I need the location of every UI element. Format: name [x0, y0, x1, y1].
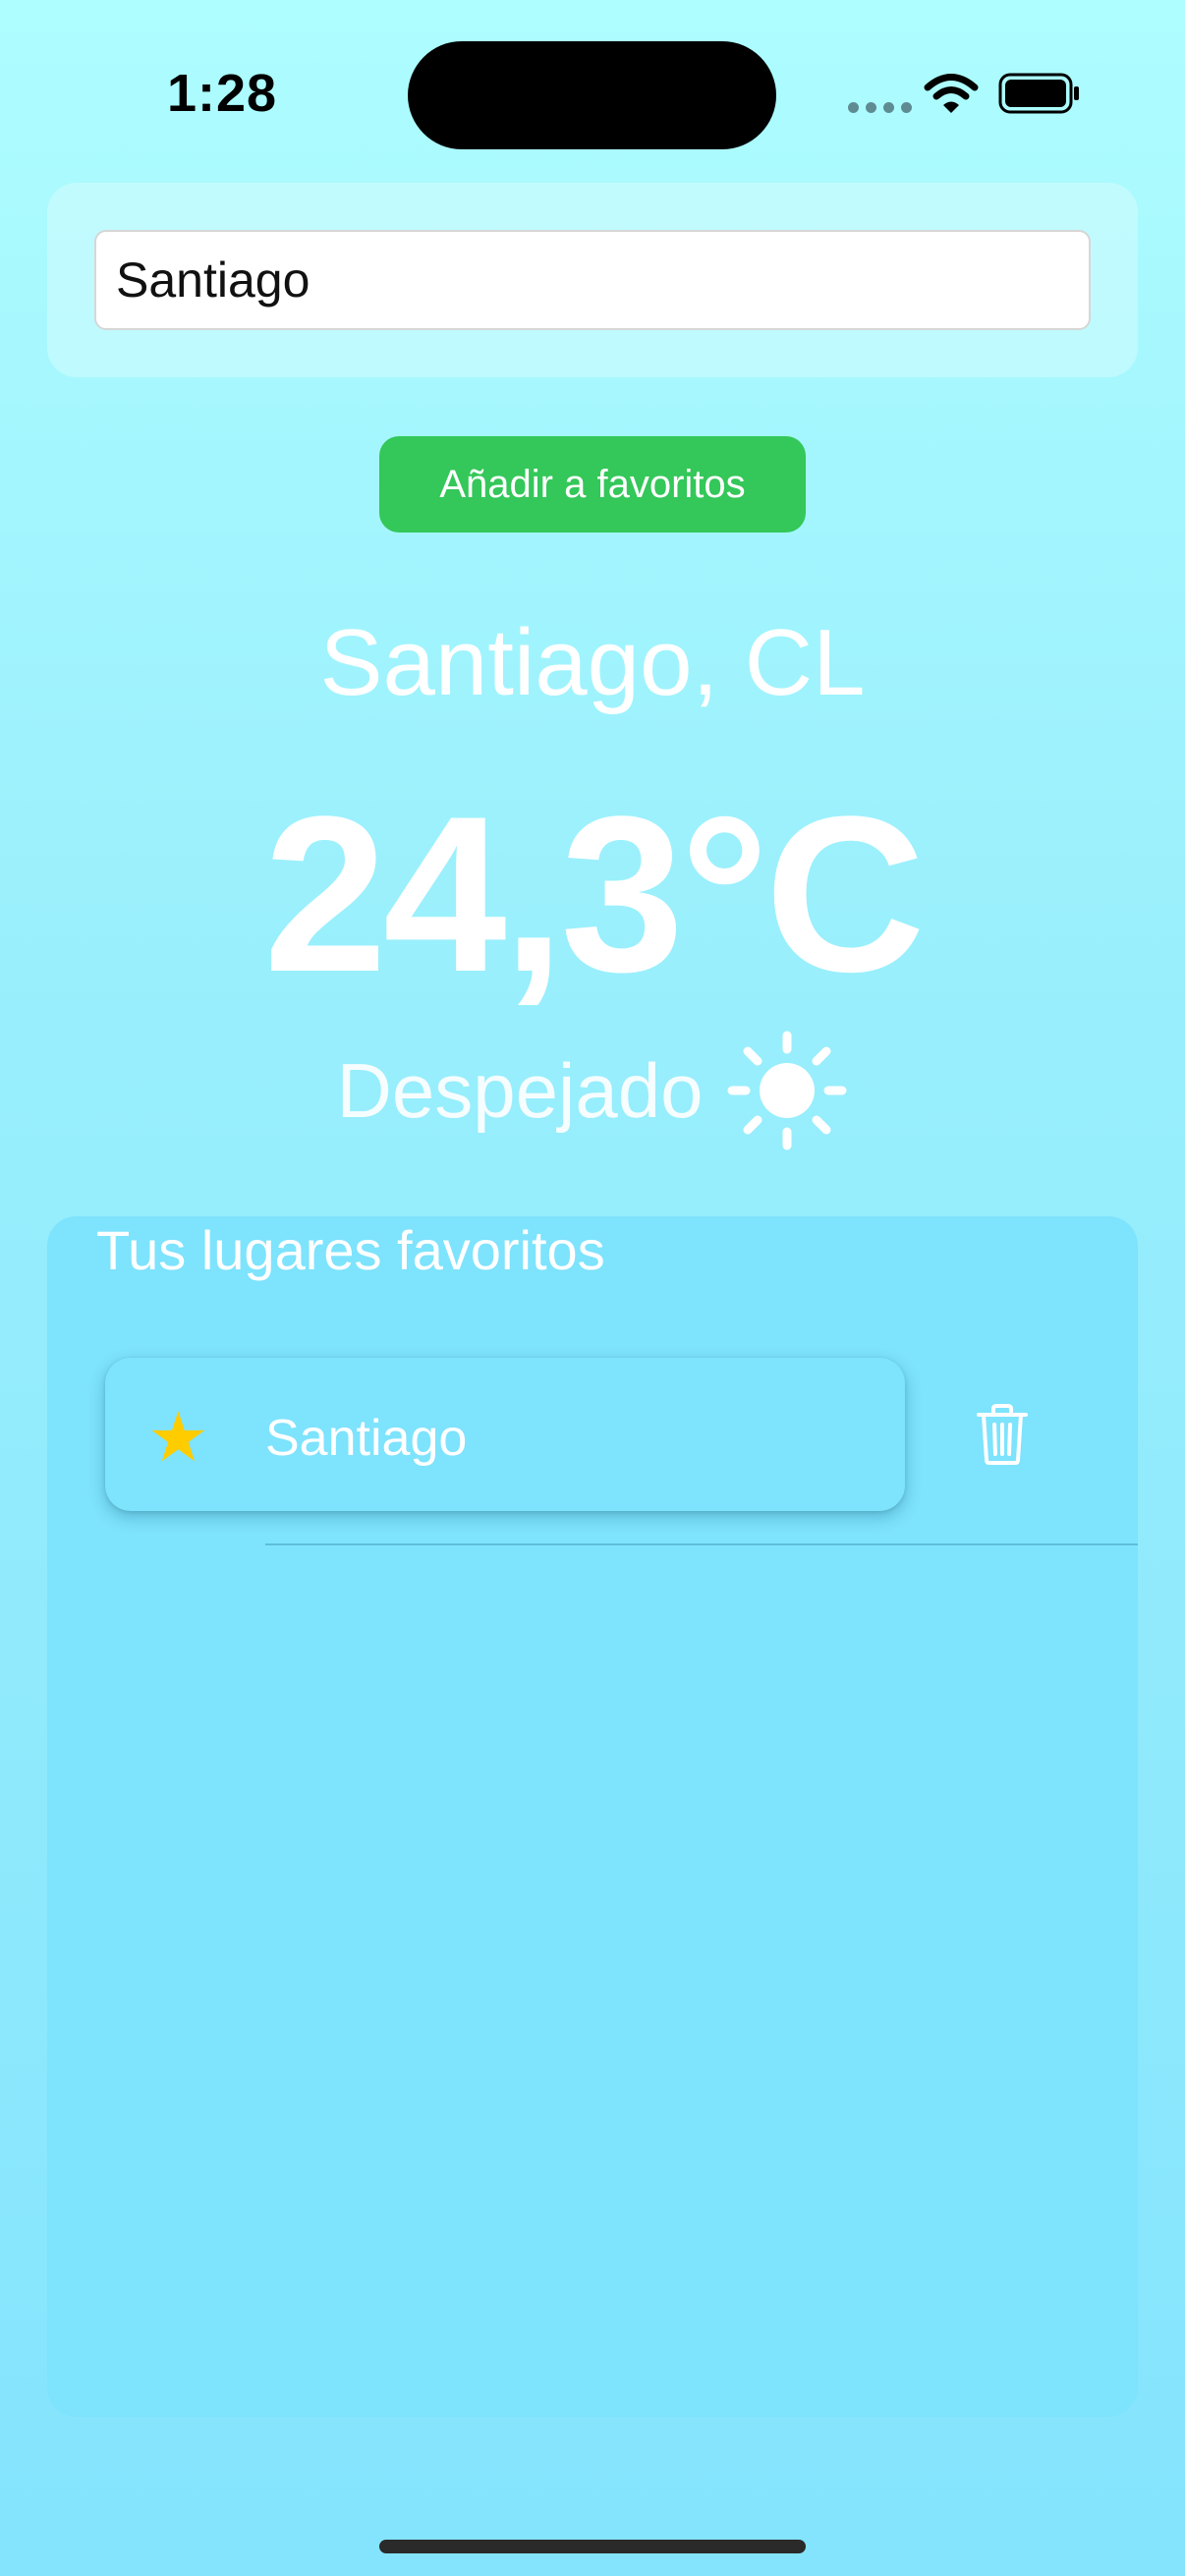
favorite-item-label: Santiago: [265, 1410, 468, 1467]
favorite-item[interactable]: [105, 1358, 905, 1511]
temperature-value: 24,3°C: [263, 769, 925, 1018]
location-title: Santiago, CL: [319, 610, 866, 715]
status-time: 1:28: [167, 64, 278, 123]
home-indicator[interactable]: [379, 2540, 806, 2553]
add-to-favorites-button[interactable]: Añadir a favoritos: [379, 436, 806, 532]
condition-text: Despejado: [336, 1046, 704, 1134]
city-search-input[interactable]: [94, 230, 1091, 330]
condition-row: Despejado: [0, 1030, 1185, 1151]
sun-icon: [727, 1031, 847, 1150]
list-divider: [265, 1543, 1138, 1545]
signal-dots-icon: [848, 102, 912, 113]
battery-icon: [998, 73, 1079, 114]
trash-icon[interactable]: [975, 1403, 1030, 1466]
favorites-title: Tus lugares favoritos: [96, 1219, 605, 1281]
wifi-icon: [924, 74, 979, 113]
dynamic-island: [408, 41, 776, 149]
star-icon: ★: [147, 1399, 209, 1476]
